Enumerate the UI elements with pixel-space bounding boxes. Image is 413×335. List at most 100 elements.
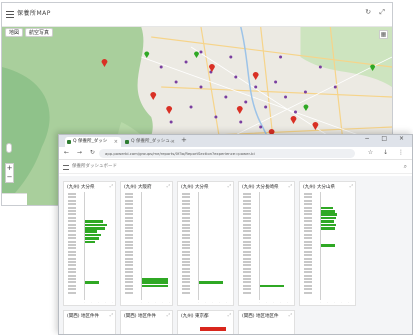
expand-icon[interactable]: ⤢	[167, 183, 170, 188]
category-label	[68, 257, 76, 260]
category-label	[182, 220, 190, 223]
chart-panel[interactable]: (九州) 大分長崎県 ⤢ · · · · ·	[238, 181, 295, 306]
category-label	[125, 199, 133, 202]
x-tick: ·	[98, 300, 99, 304]
bar[interactable]	[321, 223, 336, 227]
category-label	[243, 240, 251, 243]
expand-icon[interactable]: ⤢	[289, 312, 292, 317]
bar[interactable]	[321, 216, 336, 220]
layers-icon[interactable]: ▦	[379, 30, 388, 39]
bar[interactable]	[199, 281, 223, 284]
tab-active[interactable]: Q 保養所_ダッシ ×	[65, 137, 121, 147]
category-label	[243, 291, 251, 294]
category-label	[182, 257, 190, 260]
category-label	[243, 203, 251, 206]
category-label	[304, 240, 312, 243]
bar[interactable]	[321, 206, 333, 210]
satellite-chip[interactable]: 航空写真	[25, 28, 54, 37]
expand-icon[interactable]: ⤢	[289, 183, 292, 188]
expand-icon[interactable]: ⤢	[110, 312, 113, 317]
expand-icon[interactable]: ⤢	[228, 312, 231, 317]
bar[interactable]	[85, 233, 101, 237]
bar[interactable]	[85, 237, 99, 240]
chart-panel[interactable]: (関西) 地区件件 ⤢	[63, 310, 116, 334]
category-label	[243, 271, 251, 274]
bar[interactable]	[321, 210, 335, 213]
panel-title: (九州) 東京都	[181, 314, 209, 319]
category-label	[68, 196, 76, 199]
category-label	[68, 233, 76, 236]
category-label	[304, 227, 312, 229]
bar[interactable]	[85, 223, 107, 227]
bar[interactable]	[321, 213, 337, 216]
bar[interactable]	[142, 278, 168, 281]
category-label	[68, 278, 76, 280]
bar[interactable]	[321, 244, 335, 247]
tab-inactive[interactable]: Q 保養所_ダッシュ... ×	[123, 137, 178, 147]
browser-window: Q 保養所_ダッシ × Q 保養所_ダッシュ... × + − □ × ← → …	[58, 134, 413, 335]
window-controls[interactable]: − □ ×	[364, 135, 409, 142]
category-label	[125, 203, 133, 206]
browser-toolbar-icons[interactable]: ☆ ↓ ⋮	[368, 149, 408, 156]
menu-icon[interactable]	[6, 11, 14, 18]
pegman-icon[interactable]	[6, 143, 12, 153]
x-tick: ·	[205, 300, 206, 304]
expand-icon[interactable]: ⤢	[350, 183, 353, 188]
chart-panel[interactable]: (九州) 大分県 ⤢ · · · · ·	[63, 181, 116, 306]
new-tab-button[interactable]: +	[181, 136, 187, 144]
panel-title: (九州) 大阪府	[124, 185, 152, 190]
bar[interactable]	[321, 220, 334, 223]
category-label	[304, 213, 312, 216]
category-label	[304, 261, 312, 263]
bar[interactable]	[85, 220, 103, 223]
map-title: 保養所MAP	[17, 10, 51, 17]
bar[interactable]	[260, 284, 284, 288]
tab-favicon-icon	[125, 140, 129, 144]
category-label	[68, 271, 76, 274]
category-label	[182, 223, 190, 226]
bar[interactable]	[142, 281, 168, 284]
category-label	[125, 230, 133, 233]
category-label	[304, 230, 312, 233]
chart-panel[interactable]: (関西) 地区件件 ⤢	[120, 310, 173, 334]
category-label	[125, 233, 133, 236]
bar[interactable]	[85, 240, 95, 244]
chart-panel[interactable]: (九州) 大分県 ⤢ · · · · ·	[177, 181, 234, 306]
bar[interactable]	[321, 227, 335, 230]
panel-title: (九州) 大分山県	[303, 185, 335, 190]
address-bar[interactable]: app.powerbi.com/groups/me/reports/0f3a/R…	[99, 149, 355, 158]
chart-panel[interactable]: (九州) 大阪府 ⤢ · · · · ·	[120, 181, 173, 306]
bar[interactable]	[85, 230, 97, 233]
map-toolbar-icons[interactable]: ↻ ⤢	[365, 8, 388, 17]
map-chip[interactable]: 地図	[5, 28, 24, 37]
search-icon[interactable]: ⌕	[404, 163, 407, 171]
nav-buttons[interactable]: ← → ↻	[64, 149, 98, 156]
bar[interactable]	[85, 281, 99, 284]
category-label	[182, 278, 190, 280]
bar[interactable]	[142, 284, 168, 288]
chart-panel[interactable]: (九州) 東京都 ⤢	[177, 310, 234, 334]
category-label	[304, 257, 312, 260]
close-icon[interactable]: ×	[171, 137, 175, 147]
expand-icon[interactable]: ⤢	[167, 312, 170, 317]
menu-icon[interactable]	[63, 165, 69, 170]
expand-icon[interactable]: ⤢	[228, 183, 231, 188]
category-label	[243, 216, 251, 219]
category-label	[304, 223, 312, 226]
bar[interactable]	[85, 227, 105, 230]
category-label	[243, 274, 251, 277]
category-label	[304, 291, 312, 294]
expand-icon[interactable]: ⤢	[110, 183, 113, 188]
category-label	[243, 247, 251, 250]
close-icon[interactable]: ×	[114, 137, 118, 147]
category-label	[182, 284, 190, 287]
zoom-control[interactable]: +−	[5, 163, 14, 183]
category-label	[182, 254, 190, 257]
category-label	[125, 264, 133, 267]
bar[interactable]	[200, 327, 226, 331]
x-tick: ·	[198, 300, 199, 304]
chart-panel[interactable]: (九州) 大分山県 ⤢ · · · · ·	[299, 181, 356, 306]
category-label	[304, 250, 312, 253]
chart-panel[interactable]: (関西) 地区地区件 ⤢	[238, 310, 295, 334]
category-label	[182, 213, 190, 216]
